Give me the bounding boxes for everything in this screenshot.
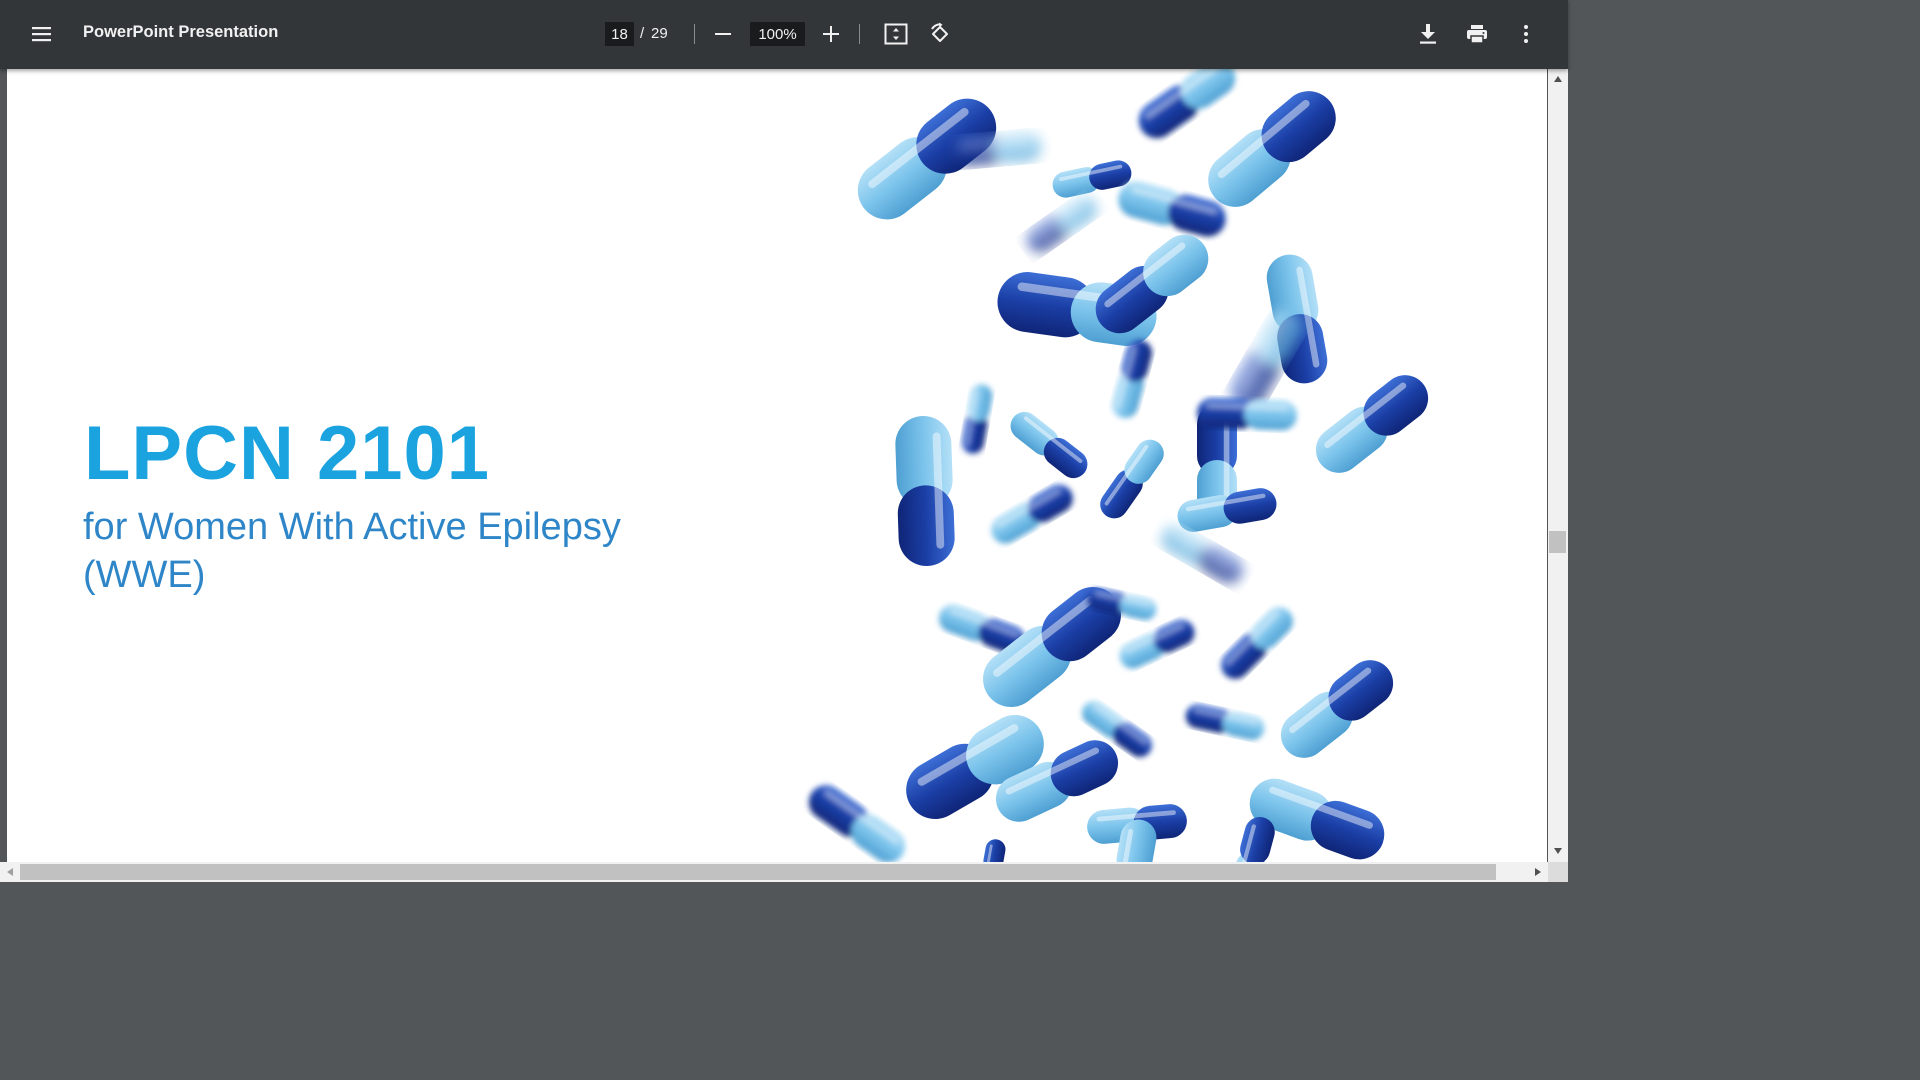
document-title: PowerPoint Presentation (83, 23, 279, 41)
pdf-toolbar: PowerPoint Presentation / 29 (0, 0, 1568, 69)
total-pages: 29 (651, 25, 668, 42)
more-actions-button[interactable] (1510, 16, 1542, 52)
menu-button[interactable] (22, 14, 62, 54)
page-number-input[interactable] (605, 22, 634, 46)
capsule (1026, 195, 1098, 253)
zoom-in-button[interactable] (814, 16, 848, 52)
page-separator: / (640, 25, 645, 42)
download-icon (1420, 24, 1436, 44)
vertical-scrollbar[interactable] (1548, 69, 1568, 862)
toolbar-divider (694, 24, 695, 44)
capsule (961, 384, 993, 454)
capsule (1197, 397, 1297, 431)
capsule (1010, 411, 1088, 479)
rotate-icon (931, 22, 948, 42)
capsule (1280, 660, 1394, 758)
capsule (1315, 375, 1429, 473)
zoom-level-input[interactable] (750, 22, 805, 46)
slide-title: LPCN 2101 (84, 411, 491, 496)
vertical-scroll-thumb[interactable] (1549, 531, 1566, 553)
capsule (1112, 339, 1152, 419)
scroll-right-arrow-icon[interactable] (1530, 864, 1546, 880)
toolbar-divider (859, 24, 860, 44)
capsule (808, 785, 906, 862)
scroll-left-arrow-icon[interactable] (2, 864, 18, 880)
menu-icon (32, 27, 51, 42)
rotate-button[interactable] (922, 16, 958, 52)
zoom-out-button[interactable] (706, 16, 740, 52)
pdf-page: LPCN 2101 for Women With Active Epilepsy… (7, 69, 1547, 862)
slide-subtitle: for Women With Active Epilepsy (WWE) (83, 506, 621, 596)
download-button[interactable] (1410, 16, 1446, 52)
capsule (1221, 607, 1293, 679)
capsule (1100, 439, 1164, 519)
capsule (1138, 69, 1236, 139)
more-vert-icon (1524, 25, 1528, 43)
capsule (895, 416, 955, 566)
print-button[interactable] (1459, 16, 1495, 52)
capsule (1208, 91, 1336, 207)
capsule (1185, 704, 1265, 740)
capsule-group (808, 69, 1429, 862)
fit-to-page-button[interactable] (878, 16, 914, 52)
capsule (1119, 619, 1195, 669)
minus-icon (715, 33, 731, 35)
plus-icon (823, 26, 839, 42)
capsule (991, 484, 1073, 544)
print-icon (1467, 25, 1487, 44)
fit-to-page-icon (884, 23, 908, 45)
scrollbar-corner (1548, 862, 1568, 882)
capsule (981, 839, 1006, 862)
scroll-down-arrow-icon[interactable] (1550, 843, 1566, 859)
horizontal-scroll-thumb[interactable] (20, 864, 1496, 880)
scroll-up-arrow-icon[interactable] (1550, 71, 1566, 87)
